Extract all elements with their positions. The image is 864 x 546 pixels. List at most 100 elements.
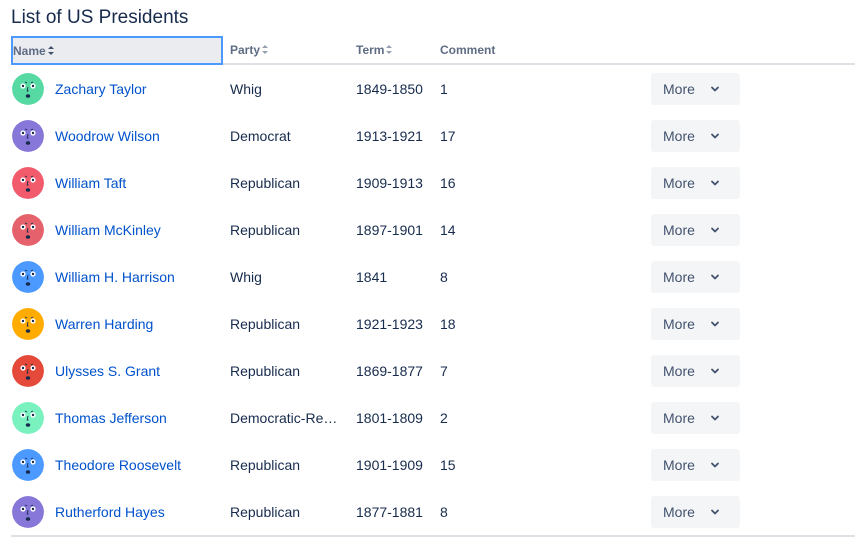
chevron-down-icon	[711, 227, 719, 232]
president-name-link[interactable]: Ulysses S. Grant	[55, 363, 160, 379]
party-cell: Democrat	[230, 112, 344, 159]
party-cell: Republican	[230, 159, 344, 206]
party-text: Whig	[230, 268, 262, 285]
comment-text: 18	[440, 315, 456, 332]
name-cell: William Taft	[55, 159, 126, 206]
sort-icon	[262, 45, 269, 54]
column-header-party[interactable]: Party	[230, 36, 269, 63]
comment-cell: 18	[440, 300, 456, 347]
more-button[interactable]: More	[651, 119, 740, 152]
name-cell: Theodore Roosevelt	[55, 441, 181, 488]
party-cell: Republican	[230, 441, 344, 488]
more-button[interactable]: More	[651, 495, 740, 528]
avatar	[12, 213, 44, 246]
party-text: Republican	[230, 456, 301, 473]
name-cell: William H. Harrison	[55, 253, 175, 300]
comment-text: 7	[440, 362, 448, 379]
more-button-label: More	[663, 127, 695, 144]
more-button[interactable]: More	[651, 166, 740, 199]
party-text: Republican	[230, 174, 301, 191]
avatar-cell	[12, 441, 46, 488]
monster-face-icon	[12, 354, 44, 387]
table-row: William Taft Republican 1909-1913 16 Mor…	[11, 159, 855, 206]
avatar	[12, 166, 44, 199]
term-cell: 1897-1901	[356, 206, 439, 253]
more-button[interactable]: More	[651, 354, 740, 387]
more-button-label: More	[663, 315, 695, 332]
sort-icon	[47, 46, 54, 55]
comment-text: 17	[440, 127, 456, 144]
party-text: Republican	[230, 362, 301, 379]
name-cell: Thomas Jefferson	[55, 394, 167, 441]
president-name-link[interactable]: Thomas Jefferson	[55, 410, 167, 426]
avatar-cell	[12, 112, 46, 159]
avatar-cell	[12, 300, 46, 347]
avatar	[12, 119, 44, 152]
page: List of US Presidents Name Party Term Co…	[0, 0, 864, 546]
robot-face-icon	[12, 260, 44, 293]
table-row: Woodrow Wilson Democrat 1913-1921 17 Mor…	[11, 112, 855, 159]
chevron-down-icon	[711, 180, 719, 185]
avatar-cell	[12, 347, 46, 394]
president-name-link[interactable]: William H. Harrison	[55, 269, 175, 285]
avatar	[12, 401, 44, 434]
party-cell: Democratic-Republican	[230, 394, 344, 441]
more-button[interactable]: More	[651, 260, 740, 293]
surprised-face-icon	[12, 495, 44, 528]
more-button[interactable]: More	[651, 401, 740, 434]
party-text: Democrat	[230, 127, 291, 144]
president-name-link[interactable]: William Taft	[55, 175, 126, 191]
table-body: Zachary Taylor Whig 1849-1850 1 More Woo…	[11, 65, 855, 535]
comment-text: 8	[440, 268, 448, 285]
term-cell: 1921-1923	[356, 300, 439, 347]
name-cell: Woodrow Wilson	[55, 112, 160, 159]
table-row: Ulysses S. Grant Republican 1869-1877 7 …	[11, 347, 855, 394]
avatar-cell	[12, 488, 46, 535]
name-cell: Zachary Taylor	[55, 65, 147, 112]
president-name-link[interactable]: Rutherford Hayes	[55, 504, 165, 520]
avatar	[12, 260, 44, 293]
more-button-label: More	[663, 456, 695, 473]
party-cell: Republican	[230, 347, 344, 394]
more-button[interactable]: More	[651, 213, 740, 246]
more-button-label: More	[663, 80, 695, 97]
comment-cell: 7	[440, 347, 448, 394]
president-name-link[interactable]: William McKinley	[55, 222, 161, 238]
president-name-link[interactable]: Theodore Roosevelt	[55, 457, 181, 473]
avatar	[12, 72, 44, 105]
comment-cell: 15	[440, 441, 456, 488]
more-button[interactable]: More	[651, 307, 740, 340]
table-row: Zachary Taylor Whig 1849-1850 1 More	[11, 65, 855, 112]
chevron-down-icon	[711, 133, 719, 138]
actions-cell: More	[651, 206, 740, 253]
chevron-down-icon	[711, 368, 719, 373]
term-text: 1897-1901	[356, 221, 423, 238]
actions-cell: More	[651, 112, 740, 159]
column-header-name[interactable]: Name	[11, 36, 223, 65]
more-button-label: More	[663, 362, 695, 379]
name-cell: William McKinley	[55, 206, 161, 253]
more-button[interactable]: More	[651, 448, 740, 481]
term-cell: 1869-1877	[356, 347, 439, 394]
name-cell: Warren Harding	[55, 300, 153, 347]
president-name-link[interactable]: Warren Harding	[55, 316, 153, 332]
grinning-face-icon	[12, 213, 44, 246]
wide-eyed-face-icon	[12, 166, 44, 199]
table-row: Thomas Jefferson Democratic-Republican 1…	[11, 394, 855, 441]
more-button[interactable]: More	[651, 72, 740, 105]
column-header-term[interactable]: Term	[356, 36, 393, 63]
term-text: 1849-1850	[356, 80, 423, 97]
president-name-link[interactable]: Woodrow Wilson	[55, 128, 160, 144]
name-cell: Rutherford Hayes	[55, 488, 165, 535]
actions-cell: More	[651, 394, 740, 441]
avatar-cell	[12, 253, 46, 300]
party-cell: Whig	[230, 65, 344, 112]
party-text: Republican	[230, 221, 301, 238]
term-text: 1877-1881	[356, 503, 423, 520]
avatar	[12, 307, 44, 340]
president-name-link[interactable]: Zachary Taylor	[55, 81, 147, 97]
term-text: 1913-1921	[356, 127, 423, 144]
actions-cell: More	[651, 347, 740, 394]
long-face-icon	[12, 448, 44, 481]
chevron-down-icon	[711, 274, 719, 279]
